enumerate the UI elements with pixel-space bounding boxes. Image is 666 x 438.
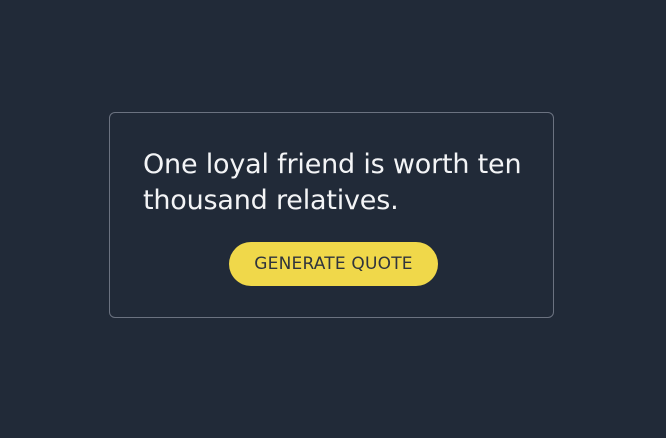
quote-card: One loyal friend is worth ten thousand r… xyxy=(109,112,554,318)
generate-quote-button[interactable]: GENERATE QUOTE xyxy=(229,242,438,286)
quote-text: One loyal friend is worth ten thousand r… xyxy=(143,149,522,216)
